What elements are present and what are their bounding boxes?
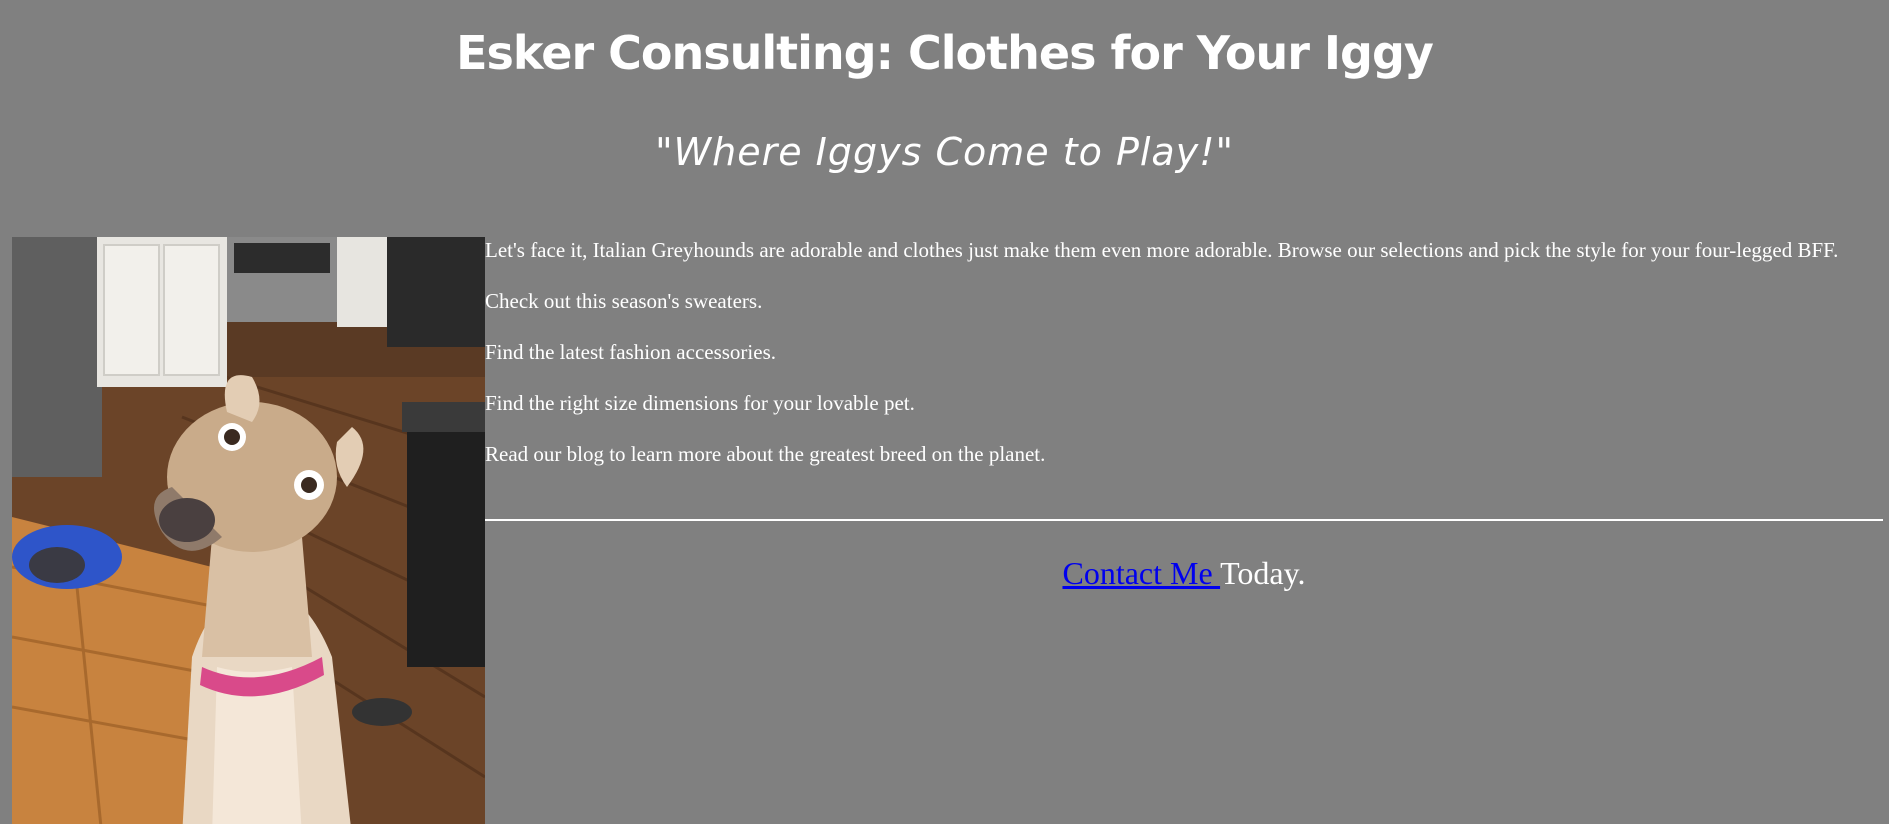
intro-content: Let's face it, Italian Greyhounds are ad… [485,237,1883,492]
horizontal-divider [485,519,1883,521]
site-title: Esker Consulting: Clothes for Your Iggy [456,26,1434,80]
contact-suffix: Today. [1220,555,1306,591]
tagline: "Where Iggys Come to Play!" [655,130,1234,174]
intro-paragraph: Let's face it, Italian Greyhounds are ad… [485,238,1839,262]
accessories-paragraph: Find the latest fashion accessories. [485,340,777,364]
contact-section: Contact Me Today. [485,553,1883,593]
size-dimensions-paragraph: Find the right size dimensions for your … [485,391,915,415]
italian-greyhound-photo [12,237,485,824]
blog-paragraph: Read our blog to learn more about the gr… [485,442,1046,466]
page: Esker Consulting: Clothes for Your Iggy … [0,0,1889,824]
sweaters-paragraph: Check out this season's sweaters. [485,289,763,313]
contact-me-link[interactable]: Contact Me [1062,555,1220,591]
